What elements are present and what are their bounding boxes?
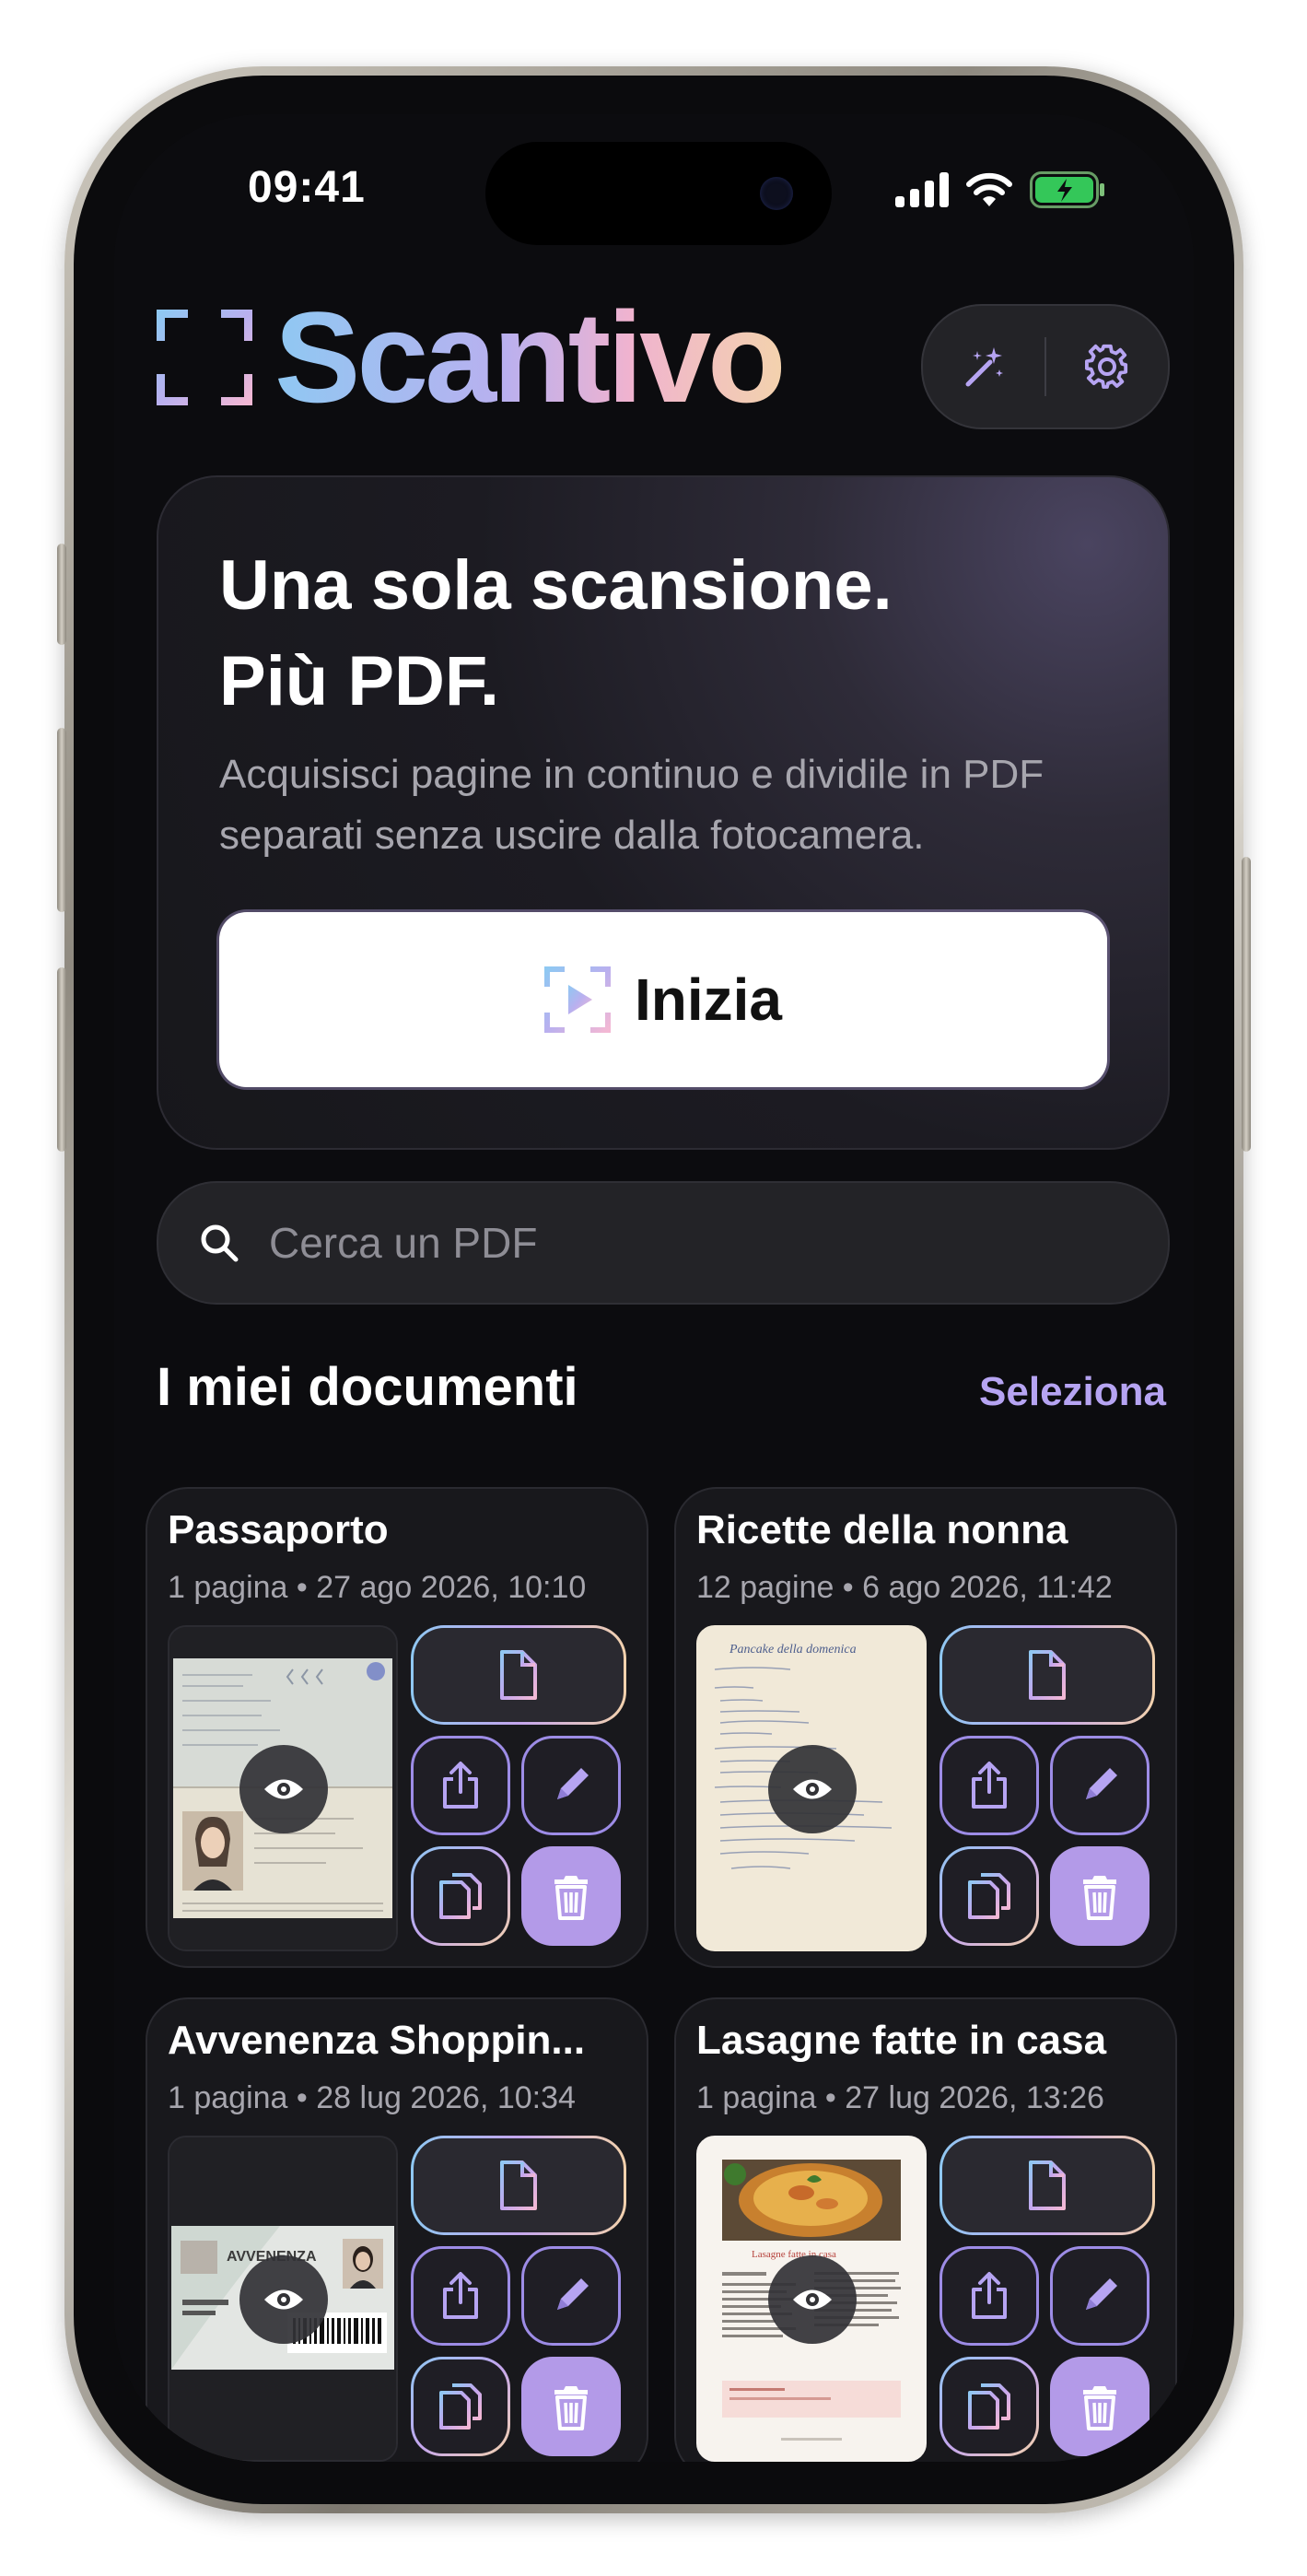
share-button[interactable]: [939, 1736, 1039, 1835]
document-meta: 1 pagina • 28 lug 2026, 10:34: [168, 2080, 576, 2115]
document-title: Passaporto: [168, 1507, 389, 1552]
front-camera: [760, 177, 793, 210]
volume-up-button: [57, 728, 66, 912]
document-title: Ricette della nonna: [696, 1507, 1068, 1552]
pdf-document-icon: [1029, 1650, 1066, 1700]
delete-button[interactable]: [1050, 2357, 1149, 2456]
start-scan-button[interactable]: Inizia: [219, 912, 1107, 1087]
scan-frame-icon: [157, 310, 252, 405]
document-card[interactable]: Passaporto 1 pagina • 27 ago 2026, 10:10: [146, 1487, 648, 1968]
volume-down-button: [57, 967, 66, 1152]
hero-subtitle: Acquisisci pagine in continuo e dividile…: [219, 752, 1044, 858]
document-meta: 1 pagina • 27 lug 2026, 13:26: [696, 2080, 1104, 2115]
status-time: 09:41: [248, 163, 366, 212]
share-icon: [972, 1762, 1007, 1809]
app-name: Scantivo: [274, 285, 787, 429]
dynamic-island: [485, 142, 832, 245]
scan-play-icon: [543, 966, 611, 1033]
share-button[interactable]: [411, 2246, 510, 2346]
trash-icon: [554, 1876, 588, 1920]
hero-title: Una sola scansione. Più PDF.: [219, 538, 1122, 730]
start-scan-label: Inizia: [634, 966, 783, 1033]
battery-icon: [1030, 171, 1104, 208]
document-card[interactable]: Ricette della nonna 12 pagine • 6 ago 20…: [674, 1487, 1177, 1968]
hero-title-line2: Più PDF.: [219, 642, 500, 720]
copy-icon: [968, 2383, 1010, 2430]
export-pdf-button[interactable]: [411, 1625, 626, 1725]
export-pdf-button[interactable]: [939, 1625, 1155, 1725]
preview-button[interactable]: [768, 1745, 857, 1833]
rename-button[interactable]: [1050, 1736, 1149, 1835]
pencil-icon: [557, 1768, 589, 1799]
delete-button[interactable]: [521, 2357, 621, 2456]
magic-wand-icon: [965, 347, 1003, 387]
signal-icon: [895, 172, 949, 207]
hero-card: Una sola scansione. Più PDF. Acquisisci …: [157, 475, 1170, 1150]
delete-button[interactable]: [1050, 1846, 1149, 1946]
pdf-document-icon: [500, 2160, 537, 2210]
eye-icon: [264, 1779, 303, 1799]
top-actions-pill: [921, 304, 1170, 429]
search-input[interactable]: [267, 1217, 1168, 1269]
pdf-document-icon: [500, 1650, 537, 1700]
document-thumbnail[interactable]: [168, 1625, 398, 1951]
document-card[interactable]: Avvenenza Shoppin... 1 pagina • 28 lug 2…: [146, 1997, 648, 2462]
screen: 09:41 Scantivo Una sola scansione. Più P…: [114, 114, 1194, 2462]
preview-button[interactable]: [239, 2255, 328, 2344]
share-button[interactable]: [939, 2246, 1039, 2346]
document-card[interactable]: Lasagne fatte in casa 1 pagina • 27 lug …: [674, 1997, 1177, 2462]
recipe-handwritten-title: Pancake della domenica: [729, 1643, 857, 1657]
magic-button[interactable]: [923, 306, 1044, 427]
status-icons: [895, 171, 1105, 208]
action-button: [57, 544, 66, 645]
pencil-icon: [1086, 2278, 1117, 2310]
duplicate-button[interactable]: [411, 2357, 510, 2456]
document-thumbnail[interactable]: Pancake della domenica: [696, 1625, 927, 1951]
copy-icon: [439, 1873, 482, 1919]
trash-icon: [554, 2386, 588, 2430]
trash-icon: [1083, 1876, 1116, 1920]
document-meta: 1 pagina • 27 ago 2026, 10:10: [168, 1570, 587, 1605]
document-title: Lasagne fatte in casa: [696, 2018, 1107, 2063]
hero-title-line1: Una sola scansione.: [219, 546, 893, 625]
eye-icon: [793, 2289, 832, 2310]
copy-icon: [968, 1873, 1010, 1919]
wifi-icon: [966, 172, 1012, 206]
pencil-icon: [1086, 1768, 1117, 1799]
document-meta: 12 pagine • 6 ago 2026, 11:42: [696, 1570, 1113, 1605]
rename-button[interactable]: [521, 2246, 621, 2346]
power-button: [1242, 857, 1251, 1152]
search-icon: [201, 1224, 239, 1262]
rename-button[interactable]: [521, 1736, 621, 1835]
share-icon: [443, 2272, 478, 2319]
document-title: Avvenenza Shoppin...: [168, 2018, 586, 2063]
eye-icon: [264, 2289, 303, 2310]
gear-icon: [1084, 344, 1128, 389]
search-bar[interactable]: [157, 1181, 1170, 1305]
app-logo: Scantivo: [157, 285, 787, 429]
rename-button[interactable]: [1050, 2246, 1149, 2346]
preview-button[interactable]: [239, 1745, 328, 1833]
duplicate-button[interactable]: [939, 2357, 1039, 2456]
duplicate-button[interactable]: [939, 1846, 1039, 1946]
eye-icon: [793, 1779, 832, 1799]
pdf-document-icon: [1029, 2160, 1066, 2210]
export-pdf-button[interactable]: [939, 2136, 1155, 2235]
duplicate-button[interactable]: [411, 1846, 510, 1946]
settings-button[interactable]: [1046, 306, 1168, 427]
preview-button[interactable]: [768, 2255, 857, 2344]
share-icon: [972, 2272, 1007, 2319]
delete-button[interactable]: [521, 1846, 621, 1946]
trash-icon: [1083, 2386, 1116, 2430]
copy-icon: [439, 2383, 482, 2430]
pencil-icon: [557, 2278, 589, 2310]
document-thumbnail[interactable]: Lasagne fatte in casa: [696, 2136, 927, 2462]
share-button[interactable]: [411, 1736, 510, 1835]
share-icon: [443, 1762, 478, 1809]
export-pdf-button[interactable]: [411, 2136, 626, 2235]
documents-section-title: I miei documenti: [157, 1357, 578, 1417]
select-button[interactable]: Seleziona: [979, 1369, 1166, 1415]
document-thumbnail[interactable]: AVVENENZA: [168, 2136, 398, 2462]
